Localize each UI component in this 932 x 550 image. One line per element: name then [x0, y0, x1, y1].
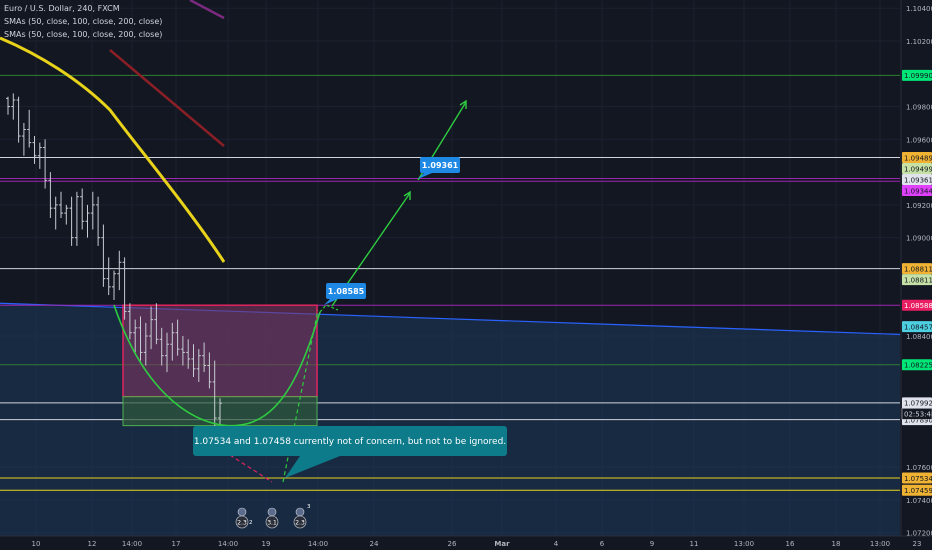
event-avatar-icon	[295, 507, 305, 517]
price-tick-label: 1.10400	[906, 5, 932, 13]
price-tick-label: 1.10200	[906, 38, 932, 46]
label-mid-text: 1.08585	[328, 287, 365, 296]
price-axis: 1.10400 1.10200 1.09800 1.09600 1.09200 1.090…	[900, 0, 932, 550]
note-text: 1.07534 and 1.07458 currently not of con…	[194, 437, 506, 447]
chart-canvas[interactable]: 1.09361 1.08585 1.07534 and 1.07458 curren…	[0, 0, 932, 550]
time-tick-label: 17	[172, 540, 181, 548]
price-badge-label: 1.08811	[904, 276, 932, 284]
price-badge-label: 1.07992	[904, 400, 932, 408]
price-badge-label: 1.09344	[904, 187, 932, 195]
price-tick-label: 1.07600	[906, 464, 932, 472]
price-tick-label: 1.09800	[906, 104, 932, 112]
time-tick-label: 19	[262, 540, 271, 548]
time-tick-label: 13:00	[734, 540, 754, 548]
time-tick-label: 9	[650, 540, 654, 548]
price-badge-label: 1.09489	[904, 154, 932, 162]
price-tick-label: 1.08400	[906, 333, 932, 341]
time-tick-label: 4	[554, 540, 559, 548]
label-upper-text: 1.09361	[422, 161, 459, 170]
event-bubble-value: 2.3	[295, 520, 305, 527]
price-badge-label: 1.07534	[904, 475, 932, 483]
price-badge-label: 1.08457	[904, 323, 932, 331]
time-axis: 10 12 14:00 17 14:00 19 14:00 24 26 Mar 4 6 9 11 13:00…	[0, 535, 932, 550]
price-tick-label: 1.09000	[906, 235, 932, 243]
time-tick-label: 14:00	[122, 540, 142, 548]
time-tick-label: 24	[370, 540, 379, 548]
pink-zone-fill	[123, 305, 317, 397]
time-tick-label: 14:00	[218, 540, 238, 548]
event-avatar-icon	[237, 507, 247, 517]
event-bubble-count: 2	[249, 520, 253, 526]
indicator-label-1[interactable]: SMAs (50, close, 100, close, 200, close)	[4, 15, 162, 28]
price-badge-label: 1.07459	[904, 487, 932, 495]
event-bubble-value: 2.3	[237, 520, 247, 527]
event-bubble-count: 3	[307, 504, 311, 510]
time-tick-label: 6	[600, 540, 605, 548]
price-badge-label: 1.08811	[904, 265, 932, 273]
price-tick-label: 1.09600	[906, 136, 932, 144]
time-tick-label: 11	[690, 540, 699, 548]
countdown-label: 02:53:48	[904, 411, 932, 419]
price-badge-label: 1.09361	[904, 176, 932, 184]
price-badge-label: 1.08225	[904, 362, 932, 370]
event-bubble-value: 3.1	[267, 520, 277, 527]
price-tick-label: 1.07400	[906, 497, 932, 505]
chart-legend: Euro / U.S. Dollar, 240, FXCM SMAs (50, …	[4, 2, 162, 41]
time-tick-label: 18	[832, 540, 841, 548]
indicator-label-2[interactable]: SMAs (50, close, 100, close, 200, close)	[4, 28, 162, 41]
price-badge-label: 1.09990	[904, 72, 932, 80]
time-tick-label: 23	[913, 540, 922, 548]
symbol-title[interactable]: Euro / U.S. Dollar, 240, FXCM	[4, 2, 162, 15]
time-tick-label: 10	[32, 540, 41, 548]
time-tick-label: 26	[448, 540, 457, 548]
price-tick-label: 1.09200	[906, 202, 932, 210]
event-avatar-icon	[267, 507, 277, 517]
time-tick-label: 16	[786, 540, 795, 548]
time-tick-label: 14:00	[308, 540, 328, 548]
time-tick-label: 12	[88, 540, 97, 548]
time-tick-label: Mar	[494, 540, 510, 548]
time-tick-label: 13:00	[870, 540, 890, 548]
price-badge-label: 1.09499	[904, 165, 932, 173]
price-badge-label: 1.08588	[904, 302, 932, 310]
